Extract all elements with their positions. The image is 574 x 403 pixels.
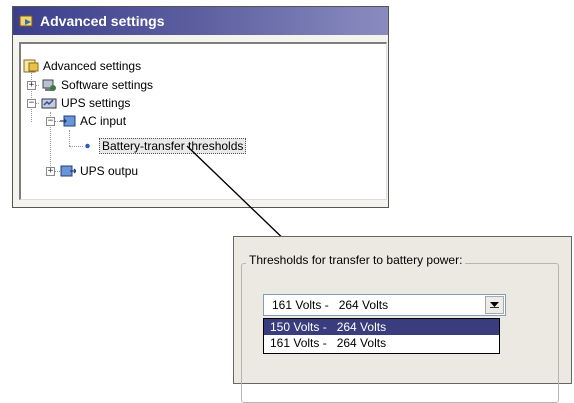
dropdown-option-161-264[interactable]: 161 Volts - 264 Volts [264,335,499,351]
tree-item-advanced-settings[interactable]: Advanced settings [23,57,141,75]
expand-ups-output-toggle[interactable]: + [46,167,55,176]
dropdown-option-150-264[interactable]: 150 Volts - 264 Volts [264,319,499,335]
expand-software-toggle[interactable]: + [27,81,36,90]
tree-label: Software settings [61,78,154,92]
advanced-settings-icon [23,59,39,73]
threshold-select[interactable]: 161 Volts - 264 Volts [263,294,506,316]
bullet-dot-icon [85,143,90,149]
ups-output-icon [60,165,76,177]
software-settings-icon [42,79,56,91]
threshold-select-value: 161 Volts - 264 Volts [272,298,389,312]
collapse-ac-input-toggle[interactable]: − [46,117,55,126]
collapse-ups-toggle[interactable]: − [27,99,36,108]
tree-label: UPS settings [61,96,131,110]
tree-label: Advanced settings [43,59,142,73]
advanced-settings-window: Advanced settings Advanced settings + So… [12,6,389,208]
tree-item-software-settings[interactable]: Software settings [41,76,153,94]
window-titlebar[interactable]: Advanced settings [13,7,388,35]
tree-label: AC input [80,114,127,128]
tree-item-ups-output[interactable]: UPS outpu [60,162,138,180]
tree-label: UPS outpu [80,164,139,178]
thresholds-group-label: Thresholds for transfer to battery power… [246,253,466,267]
ac-input-icon [60,115,76,127]
thresholds-panel: Thresholds for transfer to battery power… [233,236,572,403]
ups-settings-icon [41,98,57,109]
tree-label-selected: Battery-transfer thresholds [99,138,247,154]
window-title: Advanced settings [40,13,165,29]
threshold-dropdown-list: 150 Volts - 264 Volts 161 Volts - 264 Vo… [263,318,500,354]
dropdown-arrow-button[interactable] [485,296,504,314]
tree-item-battery-transfer-thresholds[interactable]: Battery-transfer thresholds [83,137,247,155]
chevron-down-icon [490,302,499,308]
settings-app-icon [19,15,33,27]
tree-item-ups-settings[interactable]: UPS settings [41,94,130,112]
tree-item-ac-input[interactable]: AC input [60,112,126,130]
settings-tree-view[interactable]: Advanced settings + Software settings − [19,42,387,200]
